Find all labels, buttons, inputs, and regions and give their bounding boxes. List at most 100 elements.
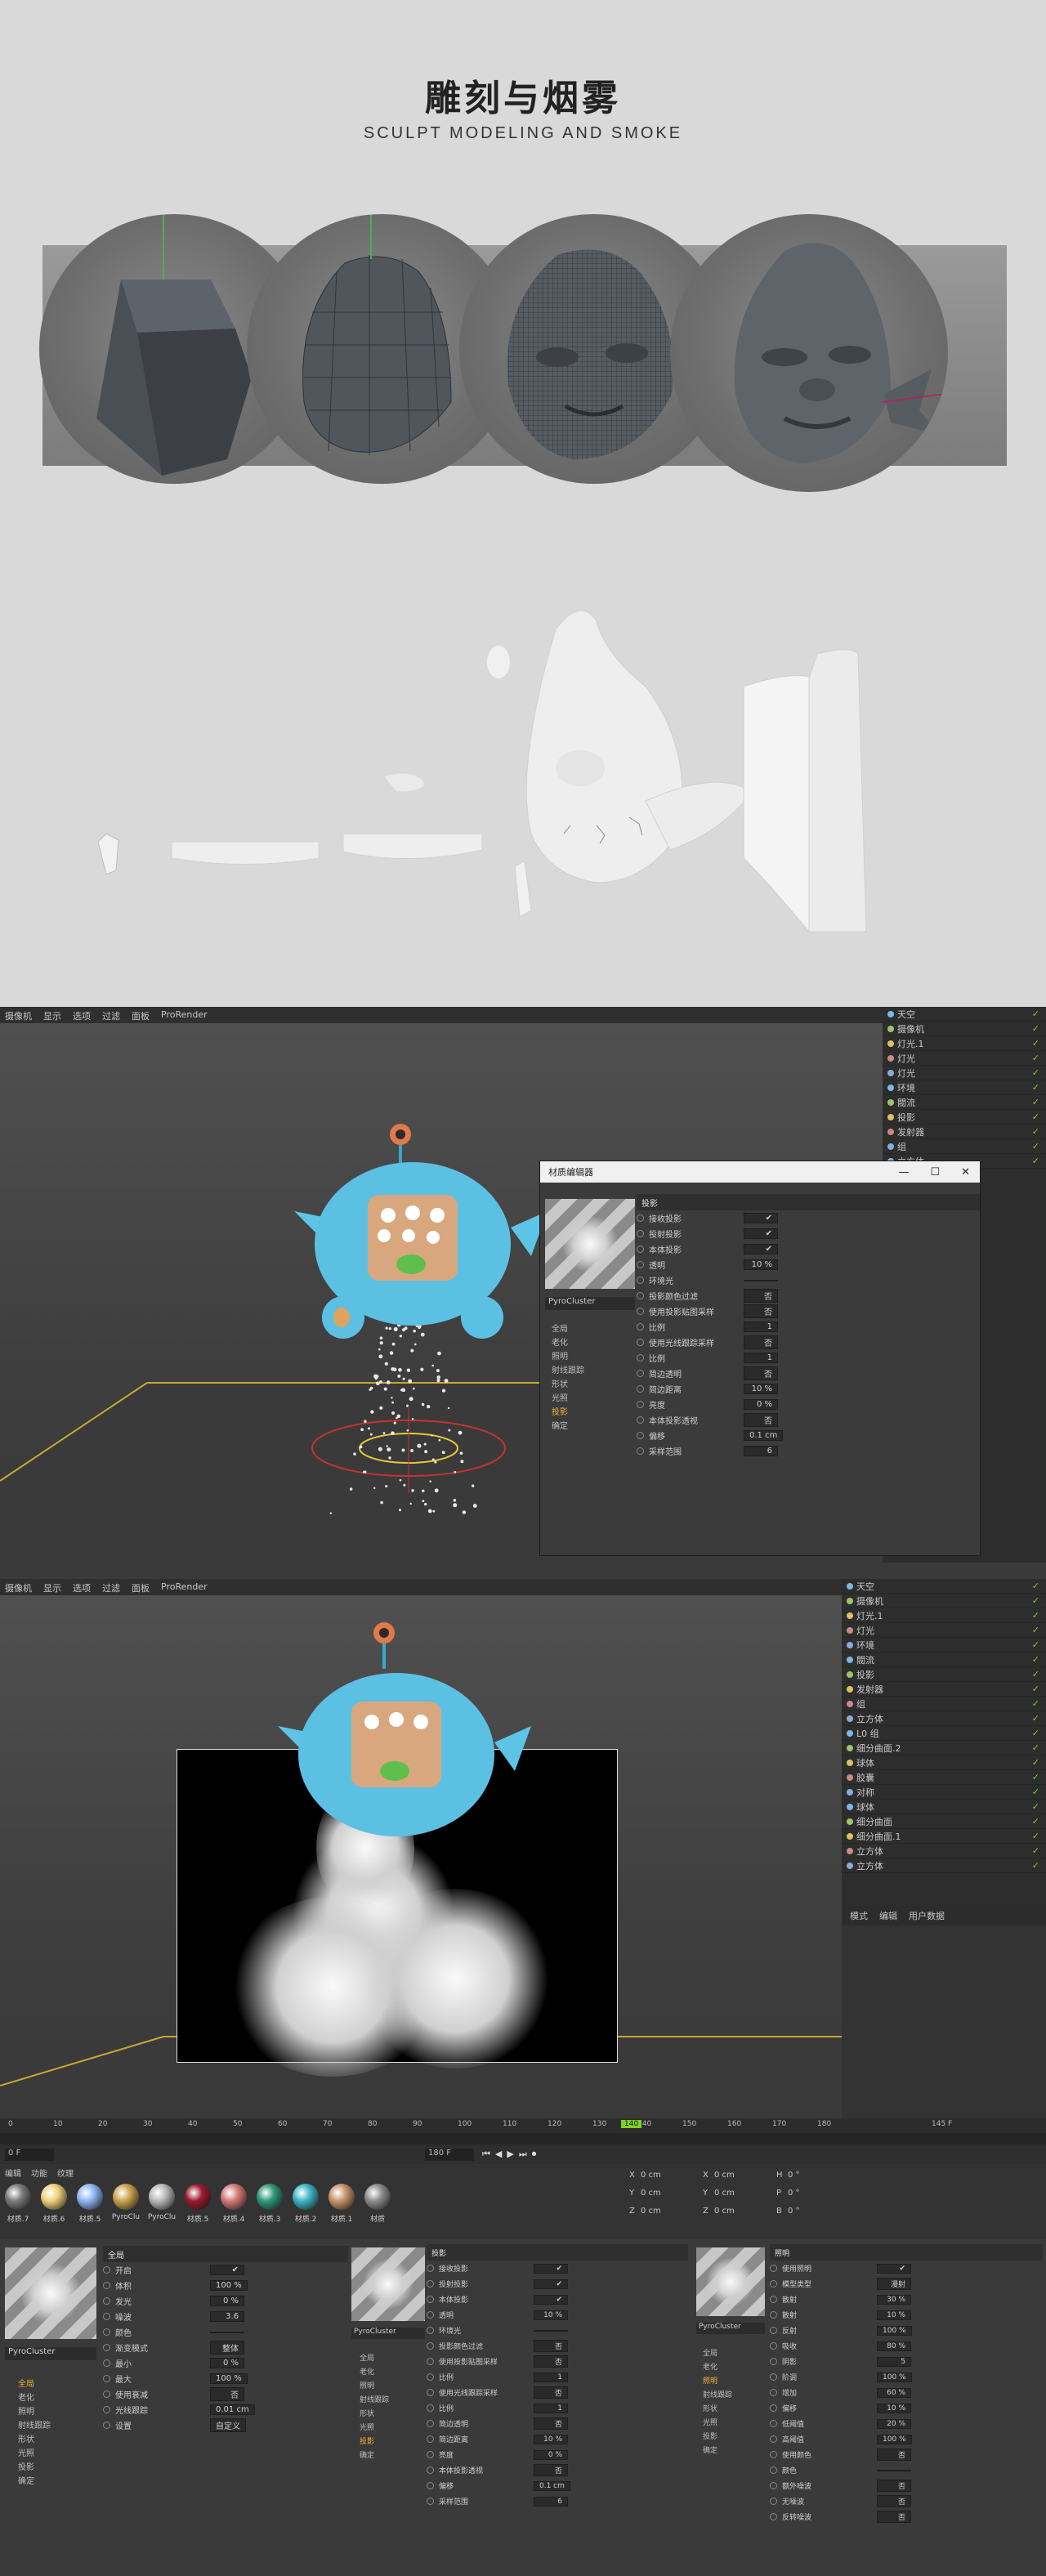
property-row[interactable]: 投射投影 ✔ [637, 1226, 980, 1241]
radio-icon[interactable] [637, 1292, 644, 1299]
coordinate-cell[interactable]: 0 cm [714, 2189, 735, 2198]
object-row[interactable]: 閥流 ✓ [883, 1095, 1046, 1110]
property-row[interactable]: 散射 30 % [770, 2292, 1043, 2307]
property-row[interactable]: 增加 60 % [770, 2385, 1043, 2400]
radio-icon[interactable] [770, 2389, 777, 2396]
object-row[interactable]: 组 ✓ [842, 1697, 1046, 1711]
object-row[interactable]: 细分曲面 ✓ [842, 1814, 1046, 1829]
visibility-check-icon[interactable]: ✓ [1032, 1816, 1046, 1827]
menu-panel-2[interactable]: 面板 [132, 1581, 150, 1594]
property-value[interactable]: 否 [210, 2387, 244, 2401]
property-row[interactable]: 简边透明 否 [637, 1366, 980, 1381]
property-row[interactable]: 散射 10 % [770, 2307, 1043, 2323]
property-value[interactable]: 30 % [877, 2294, 911, 2305]
visibility-check-icon[interactable]: ✓ [1032, 1625, 1046, 1635]
menu-camera[interactable]: 摄像机 [5, 1009, 32, 1022]
object-row[interactable]: 摄像机 ✓ [842, 1594, 1046, 1608]
property-row[interactable]: 本体投影透视 否 [427, 2462, 688, 2478]
property-row[interactable]: 比例 1 [637, 1319, 980, 1335]
material-swatch[interactable] [364, 2184, 391, 2210]
channel-item[interactable]: 确定 [360, 2449, 389, 2463]
channel-item[interactable]: 老化 [552, 1335, 584, 1349]
property-row[interactable]: 采样范围 6 [427, 2493, 688, 2509]
property-value[interactable]: 否 [534, 2417, 568, 2430]
property-value[interactable]: 否 [744, 1413, 778, 1427]
radio-icon[interactable] [637, 1246, 644, 1253]
property-row[interactable]: 无噪波 否 [770, 2493, 1043, 2509]
channel-item[interactable]: 全局 [360, 2352, 389, 2366]
channel-item[interactable]: 形状 [18, 2432, 51, 2446]
menu-options[interactable]: 选项 [73, 1009, 91, 1022]
radio-icon[interactable] [427, 2435, 434, 2443]
visibility-check-icon[interactable]: ✓ [1032, 1713, 1046, 1724]
property-row[interactable]: 使用衰减 否 [103, 2386, 348, 2402]
property-value[interactable] [744, 1279, 778, 1281]
channel-item[interactable]: 投影 [703, 2431, 732, 2444]
visibility-check-icon[interactable]: ✓ [1032, 1595, 1046, 1606]
property-value[interactable]: 6 [534, 2496, 568, 2507]
radio-icon[interactable] [427, 2451, 434, 2458]
property-value[interactable]: 否 [534, 2355, 568, 2368]
property-value[interactable]: 10 % [744, 1259, 778, 1270]
visibility-check-icon[interactable]: ✓ [1032, 1801, 1046, 1812]
3d-viewport-2[interactable] [0, 1595, 842, 2118]
coordinate-cell[interactable]: 0 ° [788, 2207, 800, 2216]
visibility-check-icon[interactable]: ✓ [1032, 1787, 1046, 1797]
radio-icon[interactable] [103, 2422, 110, 2429]
menu-camera-2[interactable]: 摄像机 [5, 1581, 32, 1594]
radio-icon[interactable] [637, 1230, 644, 1237]
object-row[interactable]: 胶囊 ✓ [842, 1770, 1046, 1785]
property-row[interactable]: 使用光线跟踪采样 否 [637, 1335, 980, 1350]
menu-prorender[interactable]: ProRender [161, 1009, 208, 1021]
radio-icon[interactable] [770, 2327, 777, 2334]
property-row[interactable]: 简边透明 否 [427, 2416, 688, 2431]
property-value[interactable]: 0.1 cm [744, 1430, 784, 1441]
property-value[interactable]: 1 [744, 1322, 778, 1332]
property-value[interactable]: 100 % [210, 2280, 248, 2291]
property-row[interactable]: 比例 1 [427, 2369, 688, 2385]
matmenu-function[interactable]: 功能 [31, 2167, 47, 2179]
start-frame-field[interactable]: 0 F [5, 2149, 54, 2161]
channel-item[interactable]: 全局 [703, 2347, 732, 2361]
visibility-check-icon[interactable]: ✓ [1032, 1053, 1046, 1063]
property-value[interactable]: 6 [744, 1446, 778, 1456]
property-value[interactable]: 否 [744, 1335, 778, 1349]
channel-item[interactable]: 照明 [703, 2375, 732, 2389]
visibility-check-icon[interactable]: ✓ [1032, 1728, 1046, 1738]
property-value[interactable]: 否 [744, 1289, 778, 1303]
radio-icon[interactable] [770, 2482, 777, 2489]
radio-icon[interactable] [770, 2296, 777, 2303]
property-value[interactable]: 10 % [744, 1384, 778, 1394]
object-row[interactable]: 立方体 ✓ [842, 1844, 1046, 1858]
channel-item[interactable]: 照明 [360, 2380, 389, 2394]
visibility-check-icon[interactable]: ✓ [1032, 1141, 1046, 1152]
property-row[interactable]: 颜色 [103, 2324, 348, 2340]
radio-icon[interactable] [103, 2297, 110, 2305]
close-icon[interactable]: ✕ [961, 1166, 970, 1178]
playback-controls[interactable]: ⏮◀▶⏭⏺ [482, 2149, 695, 2161]
object-row[interactable]: 天空 ✓ [842, 1579, 1046, 1594]
radio-icon[interactable] [637, 1416, 644, 1424]
radio-icon[interactable] [427, 2420, 434, 2427]
radio-icon[interactable] [427, 2327, 434, 2334]
property-row[interactable]: 高阈值 100 % [770, 2431, 1043, 2447]
radio-icon[interactable] [637, 1308, 644, 1315]
property-row[interactable]: 简边距离 10 % [637, 1381, 980, 1397]
material-swatch[interactable] [185, 2184, 211, 2210]
property-value[interactable]: 10 % [534, 2434, 568, 2444]
radio-icon[interactable] [637, 1214, 644, 1222]
matmenu-texture[interactable]: 纹理 [57, 2167, 74, 2179]
object-row[interactable]: 对称 ✓ [842, 1785, 1046, 1800]
object-row[interactable]: 投影 ✓ [883, 1110, 1046, 1125]
property-value[interactable]: 10 % [877, 2403, 911, 2413]
property-row[interactable]: 投影颜色过滤 否 [637, 1288, 980, 1304]
channel-item[interactable]: 形状 [703, 2403, 732, 2417]
property-row[interactable]: 比例 1 [427, 2400, 688, 2416]
radio-icon[interactable] [770, 2466, 777, 2474]
radio-icon[interactable] [637, 1323, 644, 1330]
channel-item[interactable]: 光照 [552, 1391, 584, 1405]
radio-icon[interactable] [770, 2358, 777, 2365]
channel-item[interactable]: 射线跟踪 [18, 2418, 51, 2432]
property-value[interactable]: 10 % [877, 2310, 911, 2320]
radio-icon[interactable] [427, 2280, 434, 2288]
